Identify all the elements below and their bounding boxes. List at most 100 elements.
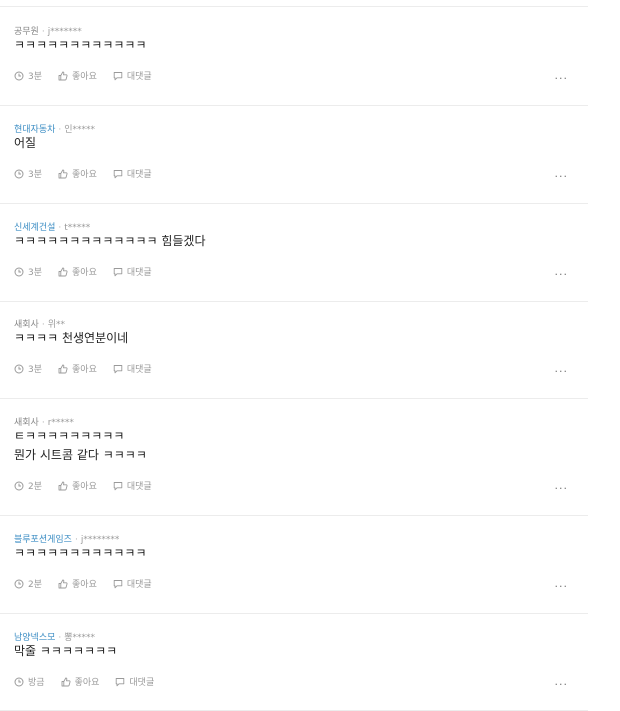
comment-item: 공무원 · j******* ㅋㅋㅋㅋㅋㅋㅋㅋㅋㅋㅋㅋ 3분 좋아요 대댓글... [0, 7, 588, 106]
reply-button[interactable]: 대댓글 [113, 479, 152, 492]
like-button[interactable]: 좋아요 [58, 577, 97, 590]
more-options-icon[interactable]: ... [555, 675, 569, 688]
reply-button-label: 대댓글 [129, 678, 155, 688]
clock-icon [14, 677, 28, 687]
comment-time: 방금 [14, 675, 45, 688]
comment-actions: 3분 좋아요 대댓글 [14, 69, 168, 82]
comment-time-label: 3분 [28, 170, 43, 180]
clock-icon [14, 579, 28, 589]
like-button-label: 좋아요 [74, 678, 100, 688]
speech-bubble-icon [113, 71, 127, 81]
like-button[interactable]: 좋아요 [58, 479, 97, 492]
clock-icon [14, 481, 28, 491]
reply-button-label: 대댓글 [126, 482, 152, 492]
reply-button[interactable]: 대댓글 [113, 69, 152, 82]
reply-button[interactable]: 대댓글 [113, 167, 152, 180]
comment-item: 신세계건설 · t***** ㅋㅋㅋㅋㅋㅋㅋㅋㅋㅋㅋㅋㅋ 힘들겠다 3분 좋아요 대댓글..… [0, 203, 588, 302]
comment-time-label: 2분 [28, 580, 43, 590]
reply-button[interactable]: 대댓글 [113, 265, 152, 278]
comment-time: 3분 [14, 167, 42, 180]
comment-text-line: 뭔가 시트콤 같다 ㅋㅋㅋㅋ [14, 448, 147, 462]
thumbs-up-icon [58, 364, 72, 374]
comment-item: 새회사 · 위** ㅋㅋㅋㅋ 천생연분이네 3분 좋아요 대댓글... [0, 301, 588, 399]
comment-text-line: 막줄 ㅋㅋㅋㅋㅋㅋㅋ [14, 644, 118, 658]
speech-bubble-icon [113, 169, 127, 179]
more-options-icon[interactable]: ... [555, 362, 569, 375]
comment-time-label: 방금 [28, 678, 45, 688]
like-button[interactable]: 좋아요 [58, 167, 97, 180]
thumbs-up-icon [61, 677, 75, 687]
comment-actions: 2분 좋아요 대댓글 [14, 577, 168, 590]
reply-button[interactable]: 대댓글 [113, 577, 152, 590]
thumbs-up-icon [58, 169, 72, 179]
like-button-label: 좋아요 [72, 268, 97, 278]
comment-time-label: 3분 [28, 268, 43, 278]
comment-item: 현대자동차 · 인***** 어질 3분 좋아요 대댓글... [0, 105, 588, 204]
comment-text: ㅋㅋㅋㅋ 천생연분이네 [14, 329, 128, 348]
comment-text: 어질 [14, 134, 36, 153]
comment-actions: 방금 좋아요 대댓글 [14, 675, 170, 688]
clock-icon [14, 364, 28, 374]
thumbs-up-icon [58, 71, 72, 81]
like-button[interactable]: 좋아요 [58, 265, 97, 278]
like-button-label: 좋아요 [72, 365, 97, 375]
like-button[interactable]: 좋아요 [58, 362, 97, 375]
reply-button[interactable]: 대댓글 [115, 675, 154, 688]
more-options-icon[interactable]: ... [555, 167, 569, 180]
comment-text-line: 어질 [14, 136, 37, 150]
reply-button[interactable]: 대댓글 [113, 362, 152, 375]
meta-separator: · [58, 125, 62, 135]
speech-bubble-icon [113, 579, 127, 589]
thumbs-up-icon [58, 267, 72, 277]
comment-actions: 2분 좋아요 대댓글 [14, 479, 168, 492]
more-options-icon[interactable]: ... [555, 577, 569, 590]
like-button-label: 좋아요 [72, 170, 97, 180]
comment-actions: 3분 좋아요 대댓글 [14, 167, 168, 180]
speech-bubble-icon [113, 267, 127, 277]
comment-item: 새회사 · r***** ㅌㅋㅋㅋㅋㅋㅋㅋㅋㅋ 뭔가 시트콤 같다 ㅋㅋㅋㅋ 2분 좋아요 대… [0, 398, 588, 516]
like-button-label: 좋아요 [72, 580, 97, 590]
more-options-icon[interactable]: ... [555, 479, 569, 492]
comment-actions: 3분 좋아요 대댓글 [14, 362, 168, 375]
clock-icon [14, 169, 28, 179]
reply-button-label: 대댓글 [126, 365, 152, 375]
comment-text: ㅋㅋㅋㅋㅋㅋㅋㅋㅋㅋㅋㅋㅋ 힘들겠다 [14, 232, 206, 251]
comment-time: 2분 [14, 479, 42, 492]
speech-bubble-icon [115, 677, 129, 687]
comment-text: 막줄 ㅋㅋㅋㅋㅋㅋㅋ [14, 642, 117, 661]
reply-button-label: 대댓글 [126, 580, 152, 590]
more-options-icon[interactable]: ... [555, 265, 569, 278]
user-id: 인***** [64, 125, 96, 135]
like-button-label: 좋아요 [72, 72, 97, 82]
comment-text-line: ㅋㅋㅋㅋㅋㅋㅋㅋㅋㅋㅋㅋㅋ 힘들겠다 [14, 234, 206, 248]
comment-time: 3분 [14, 265, 42, 278]
comment-text: ㅋㅋㅋㅋㅋㅋㅋㅋㅋㅋㅋㅋ [14, 36, 146, 55]
thumbs-up-icon [58, 579, 72, 589]
comment-item: 블루포션게임즈 · j******** ㅋㅋㅋㅋㅋㅋㅋㅋㅋㅋㅋㅋ 2분 좋아요 대댓글... [0, 515, 588, 614]
more-options-icon[interactable]: ... [555, 69, 569, 82]
like-button[interactable]: 좋아요 [61, 675, 100, 688]
clock-icon [14, 71, 28, 81]
comment-time-label: 3분 [28, 72, 43, 82]
comment-text: ㅌㅋㅋㅋㅋㅋㅋㅋㅋㅋ 뭔가 시트콤 같다 ㅋㅋㅋㅋ [14, 427, 147, 465]
like-button-label: 좋아요 [72, 482, 97, 492]
comment-actions: 3분 좋아요 대댓글 [14, 265, 168, 278]
comment-time-label: 3분 [28, 365, 43, 375]
comment-time: 3분 [14, 362, 42, 375]
clock-icon [14, 267, 28, 277]
comment-text-line: ㅋㅋㅋㅋㅋㅋㅋㅋㅋㅋㅋㅋ [14, 38, 147, 52]
speech-bubble-icon [113, 364, 127, 374]
thumbs-up-icon [58, 481, 72, 491]
reply-button-label: 대댓글 [126, 268, 152, 278]
comment-text-line: ㅋㅋㅋㅋㅋㅋㅋㅋㅋㅋㅋㅋ [14, 546, 147, 560]
speech-bubble-icon [113, 481, 127, 491]
comment-item: 남양넥스모 · 뽕***** 막줄 ㅋㅋㅋㅋㅋㅋㅋ 방금 좋아요 대댓글... [0, 613, 588, 711]
comment-time-label: 2분 [28, 482, 43, 492]
comment-text: ㅋㅋㅋㅋㅋㅋㅋㅋㅋㅋㅋㅋ [14, 544, 146, 563]
comment-text-line: ㅌㅋㅋㅋㅋㅋㅋㅋㅋㅋ [14, 429, 125, 443]
comment-time: 3분 [14, 69, 42, 82]
reply-button-label: 대댓글 [126, 72, 152, 82]
like-button[interactable]: 좋아요 [58, 69, 97, 82]
reply-button-label: 대댓글 [126, 170, 152, 180]
comment-text-line: ㅋㅋㅋㅋ 천생연분이네 [14, 331, 129, 345]
